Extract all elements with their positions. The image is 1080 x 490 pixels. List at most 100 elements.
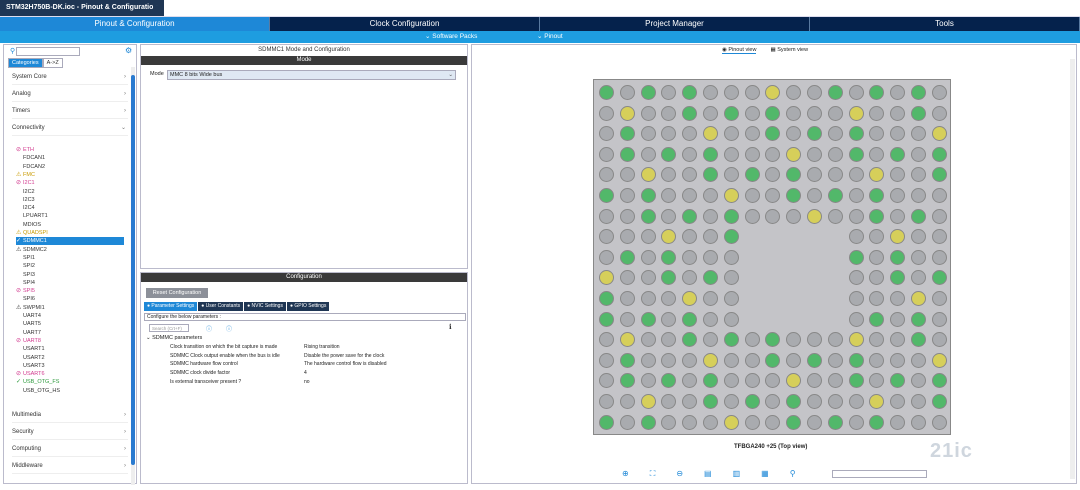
- pin[interactable]: [682, 352, 698, 368]
- pin[interactable]: [723, 229, 739, 245]
- pin[interactable]: [640, 85, 656, 100]
- expand-icon[interactable]: ⓘ: [206, 324, 212, 333]
- pin[interactable]: [911, 332, 926, 348]
- pin[interactable]: [827, 146, 843, 162]
- pin[interactable]: [848, 373, 864, 389]
- peripheral-spi4[interactable]: SPI4: [16, 279, 124, 287]
- pin[interactable]: [931, 208, 947, 224]
- pin[interactable]: [619, 332, 635, 348]
- param-search-input[interactable]: Search (Crt+F): [149, 324, 189, 332]
- pin[interactable]: [703, 394, 718, 409]
- category-multimedia[interactable]: Multimedia ›: [12, 409, 128, 423]
- pin[interactable]: [599, 270, 614, 286]
- zoom-out-icon[interactable]: ⊖: [676, 469, 683, 479]
- pin[interactable]: [931, 105, 947, 121]
- pin[interactable]: [848, 105, 864, 121]
- param-group[interactable]: ⌄ SDMMC parameters: [146, 335, 202, 341]
- pin[interactable]: [703, 146, 718, 162]
- pinout-menu[interactable]: ⌄ Pinout: [537, 32, 563, 40]
- pin[interactable]: [703, 352, 718, 368]
- peripheral-spi6[interactable]: SPI6: [16, 295, 124, 303]
- pin[interactable]: [619, 126, 635, 142]
- pin[interactable]: [640, 208, 656, 224]
- pin[interactable]: [640, 352, 656, 368]
- pin[interactable]: [703, 249, 718, 265]
- pin[interactable]: [848, 394, 864, 409]
- pin[interactable]: [869, 167, 885, 183]
- pin[interactable]: [599, 105, 614, 121]
- pin[interactable]: [890, 352, 906, 368]
- pin[interactable]: [786, 414, 802, 430]
- pin[interactable]: [931, 291, 947, 306]
- pin[interactable]: [827, 352, 843, 368]
- pin[interactable]: [931, 332, 947, 348]
- pin[interactable]: [599, 146, 614, 162]
- pin[interactable]: [703, 167, 718, 183]
- pin[interactable]: [619, 249, 635, 265]
- pin[interactable]: [640, 188, 656, 203]
- pin[interactable]: [890, 373, 906, 389]
- pin[interactable]: [723, 146, 739, 162]
- pin[interactable]: [703, 311, 718, 327]
- pin[interactable]: [744, 414, 760, 430]
- pin[interactable]: [744, 188, 760, 203]
- pin[interactable]: [703, 188, 718, 203]
- pin[interactable]: [931, 270, 947, 286]
- pin[interactable]: [640, 332, 656, 348]
- pin[interactable]: [661, 188, 677, 203]
- pin[interactable]: [599, 85, 614, 100]
- pin[interactable]: [931, 394, 947, 409]
- pin[interactable]: [723, 311, 739, 327]
- pin[interactable]: [661, 85, 677, 100]
- pin[interactable]: [911, 352, 926, 368]
- pin[interactable]: [661, 249, 677, 265]
- pin[interactable]: [765, 208, 781, 224]
- pin[interactable]: [931, 352, 947, 368]
- pin[interactable]: [640, 311, 656, 327]
- pin[interactable]: [765, 414, 781, 430]
- pin[interactable]: [827, 208, 843, 224]
- pin[interactable]: [744, 105, 760, 121]
- zoom-in-icon[interactable]: ⊕: [622, 469, 629, 479]
- pin[interactable]: [848, 229, 864, 245]
- pin[interactable]: [661, 105, 677, 121]
- software-packs-menu[interactable]: ⌄ Software Packs: [425, 32, 477, 40]
- pin[interactable]: [827, 126, 843, 142]
- pin[interactable]: [619, 394, 635, 409]
- pin-search-select[interactable]: [832, 470, 927, 478]
- pin[interactable]: [723, 188, 739, 203]
- pin[interactable]: [640, 229, 656, 245]
- pin[interactable]: [619, 311, 635, 327]
- pin[interactable]: [703, 270, 718, 286]
- pin[interactable]: [931, 311, 947, 327]
- pin[interactable]: [807, 414, 822, 430]
- split-icon[interactable]: ▥: [733, 469, 741, 479]
- scrollbar[interactable]: [131, 67, 135, 485]
- peripheral-fdcan2[interactable]: FDCAN2: [16, 163, 124, 171]
- pin[interactable]: [911, 270, 926, 286]
- pin[interactable]: [682, 291, 698, 306]
- peripheral-usb_otg_fs[interactable]: ✓ USB_OTG_FS: [16, 378, 124, 386]
- pin[interactable]: [807, 126, 822, 142]
- pin[interactable]: [931, 249, 947, 265]
- peripheral-spi5[interactable]: ⊘ SPI5: [16, 287, 124, 295]
- pin[interactable]: [619, 291, 635, 306]
- pin[interactable]: [911, 291, 926, 306]
- pin[interactable]: [682, 146, 698, 162]
- pin[interactable]: [599, 208, 614, 224]
- pin[interactable]: [661, 414, 677, 430]
- pin[interactable]: [911, 167, 926, 183]
- pin[interactable]: [723, 373, 739, 389]
- pin[interactable]: [682, 332, 698, 348]
- pin[interactable]: [890, 332, 906, 348]
- pin[interactable]: [682, 105, 698, 121]
- pin[interactable]: [682, 167, 698, 183]
- pin[interactable]: [911, 311, 926, 327]
- pin[interactable]: [640, 373, 656, 389]
- peripheral-mdios[interactable]: MDIOS: [16, 221, 124, 229]
- peripheral-usart1[interactable]: USART1: [16, 345, 124, 353]
- pin[interactable]: [723, 85, 739, 100]
- pin[interactable]: [640, 167, 656, 183]
- grid-icon[interactable]: ▦: [761, 469, 769, 479]
- pin[interactable]: [848, 146, 864, 162]
